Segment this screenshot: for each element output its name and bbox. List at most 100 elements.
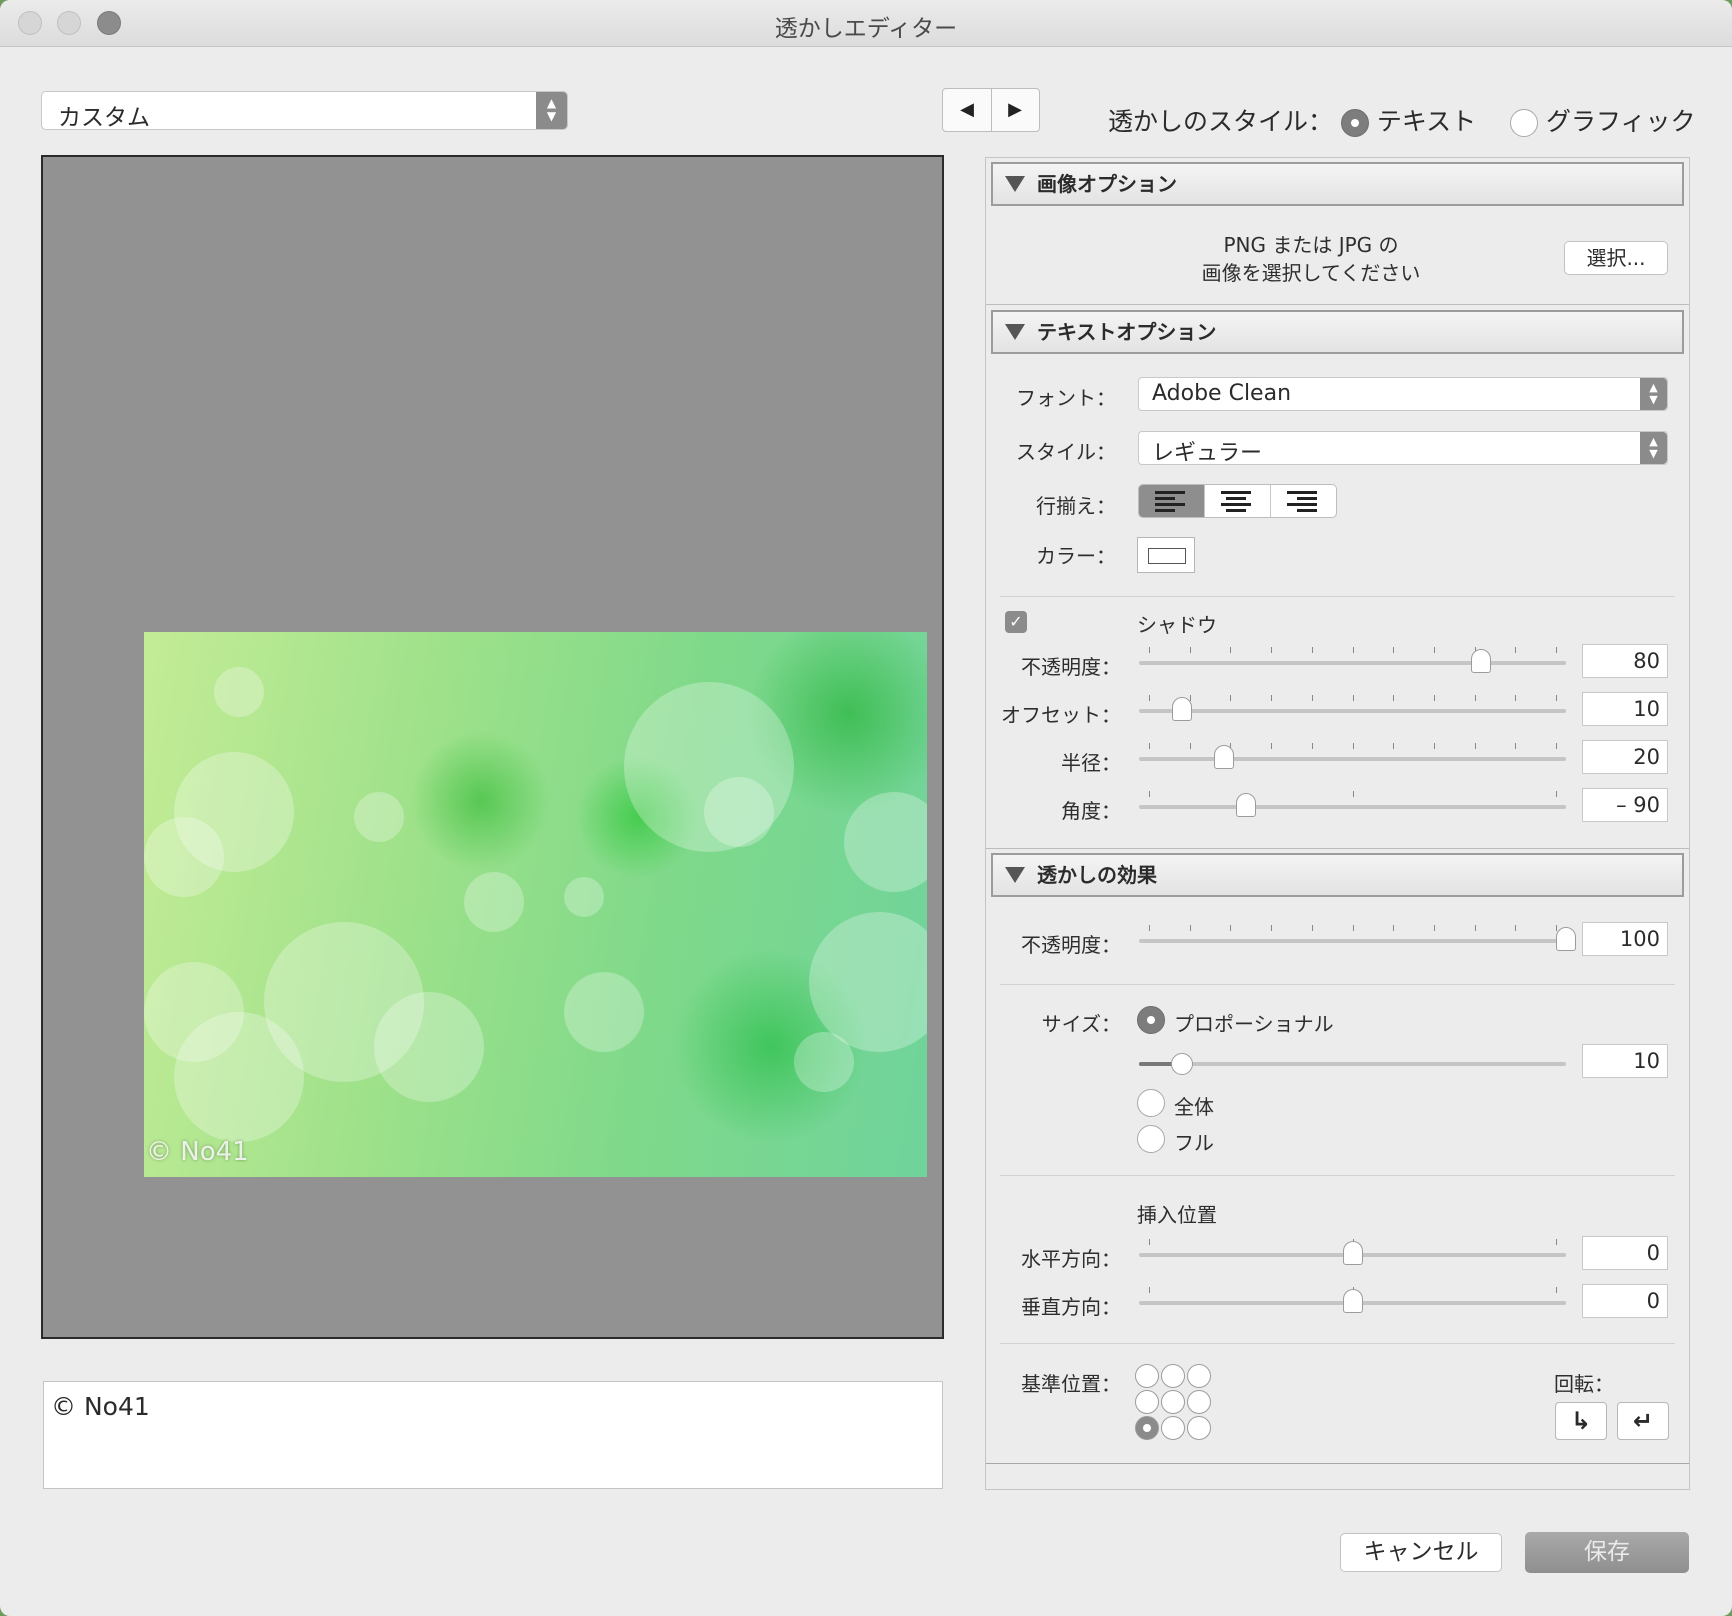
text-options-header[interactable]: テキストオプション — [991, 310, 1684, 354]
shadow-offset-label: オフセット： — [1001, 703, 1121, 727]
divider — [1000, 984, 1675, 985]
slider-tick — [1433, 695, 1435, 701]
anchor-bottom-center[interactable] — [1161, 1416, 1185, 1440]
rotate-left-icon: ↵ — [1632, 1407, 1654, 1435]
anchor-top-left[interactable] — [1135, 1364, 1159, 1388]
slider-thumb[interactable] — [1214, 745, 1235, 769]
slider-tick — [1474, 925, 1476, 931]
slider-tick — [1311, 695, 1313, 701]
choose-image-button[interactable]: 選択... — [1564, 241, 1668, 275]
slider-thumb[interactable] — [1342, 1289, 1363, 1313]
rotate-right-button[interactable]: ↳ — [1555, 1402, 1607, 1440]
color-swatch[interactable] — [1137, 537, 1195, 573]
anchor-middle-center[interactable] — [1161, 1390, 1185, 1414]
slider-tick — [1311, 647, 1313, 653]
next-image-button[interactable]: ▶ — [991, 89, 1039, 131]
anchor-top-right[interactable] — [1187, 1364, 1211, 1388]
shadow-angle-field[interactable]: – 90 — [1582, 788, 1668, 822]
watermark-style-label: 透かしのスタイル： — [1108, 107, 1334, 136]
style-graphic-radio[interactable] — [1510, 109, 1539, 137]
slider-thumb[interactable] — [1342, 1241, 1363, 1265]
slider-tick — [1515, 695, 1517, 701]
align-segmented-control — [1138, 484, 1337, 518]
section-divider — [986, 848, 1689, 849]
slider-tick — [1311, 743, 1313, 749]
size-fit-label[interactable]: 全体 — [1174, 1091, 1214, 1120]
previous-image-button[interactable]: ◀ — [943, 89, 992, 131]
shadow-checkbox[interactable]: ✓ — [1005, 611, 1027, 633]
slider-thumb[interactable] — [1556, 927, 1576, 951]
slider-tick — [1271, 695, 1273, 701]
panel-bottom-divider — [986, 1463, 1689, 1464]
slider-thumb[interactable] — [1171, 697, 1192, 721]
image-options-title: 画像オプション — [1037, 172, 1177, 196]
horizontal-slider[interactable] — [1139, 1239, 1566, 1269]
cancel-button[interactable]: キャンセル — [1340, 1533, 1502, 1572]
shadow-offset-field[interactable]: 10 — [1582, 692, 1668, 726]
size-fill-radio[interactable] — [1137, 1125, 1165, 1153]
rotate-left-button[interactable]: ↵ — [1617, 1402, 1669, 1440]
watermark-text-input[interactable]: © No41 — [43, 1381, 943, 1489]
watermark-preview: © No41 — [41, 155, 944, 1339]
shadow-radius-field[interactable]: 20 — [1582, 740, 1668, 774]
image-options-header[interactable]: 画像オプション — [991, 162, 1684, 206]
shadow-radius-slider[interactable] — [1139, 743, 1566, 773]
shadow-angle-slider[interactable] — [1139, 791, 1566, 821]
preset-select[interactable]: カスタム ▲ ▼ — [41, 91, 568, 131]
slider-thumb[interactable] — [1470, 649, 1491, 673]
watermark-effects-header[interactable]: 透かしの効果 — [991, 853, 1684, 897]
disclosure-triangle-icon — [1005, 867, 1025, 883]
slider-tick — [1474, 695, 1476, 701]
slider-tick — [1393, 743, 1395, 749]
slider-tick — [1556, 791, 1557, 797]
horizontal-label: 水平方向： — [1021, 1247, 1121, 1271]
slider-tick — [1352, 695, 1354, 701]
align-label: 行揃え： — [1036, 494, 1116, 518]
vertical-field[interactable]: 0 — [1582, 1284, 1668, 1318]
effect-opacity-slider[interactable] — [1139, 925, 1576, 955]
slider-tick — [1149, 695, 1150, 701]
anchor-middle-right[interactable] — [1187, 1390, 1211, 1414]
size-proportional-label[interactable]: プロポーショナル — [1174, 1008, 1334, 1037]
size-proportional-radio[interactable] — [1137, 1006, 1165, 1034]
slider-tick — [1352, 647, 1354, 653]
size-slider[interactable] — [1139, 1048, 1566, 1078]
anchor-bottom-left[interactable] — [1135, 1416, 1159, 1440]
effect-opacity-field[interactable]: 100 — [1582, 922, 1668, 956]
size-field[interactable]: 10 — [1582, 1044, 1668, 1078]
shadow-radius-label: 半径： — [1061, 751, 1121, 775]
slider-tick — [1271, 925, 1273, 931]
image-prompt-line2: 画像を選択してください — [1201, 261, 1421, 285]
align-center-button[interactable] — [1205, 485, 1271, 517]
anchor-bottom-right[interactable] — [1187, 1416, 1211, 1440]
save-button[interactable]: 保存 — [1525, 1532, 1689, 1573]
slider-tick — [1149, 925, 1150, 931]
slider-thumb[interactable] — [1170, 1053, 1193, 1075]
style-text-label[interactable]: テキスト — [1377, 107, 1476, 136]
slider-tick — [1515, 925, 1517, 931]
effect-opacity-label: 不透明度： — [1021, 933, 1121, 957]
size-fill-label[interactable]: フル — [1174, 1127, 1214, 1156]
anchor-top-center[interactable] — [1161, 1364, 1185, 1388]
style-graphic-label[interactable]: グラフィック — [1546, 107, 1696, 136]
font-select[interactable]: Adobe Clean ▲ ▼ — [1138, 377, 1668, 411]
style-select[interactable]: レギュラー ▲ ▼ — [1138, 431, 1668, 466]
vertical-slider[interactable] — [1139, 1287, 1566, 1317]
font-value: Adobe Clean — [1152, 381, 1292, 406]
anchor-middle-left[interactable] — [1135, 1390, 1159, 1414]
slider-thumb[interactable] — [1235, 793, 1256, 817]
horizontal-field[interactable]: 0 — [1582, 1236, 1668, 1270]
style-value: レギュラー — [1152, 441, 1263, 466]
align-left-button[interactable] — [1139, 485, 1205, 517]
align-right-button[interactable] — [1271, 485, 1336, 517]
slider-tick — [1433, 925, 1435, 931]
shadow-opacity-field[interactable]: 80 — [1582, 644, 1668, 678]
slider-tick — [1393, 925, 1395, 931]
style-text-radio[interactable] — [1340, 109, 1369, 137]
size-fit-radio[interactable] — [1137, 1089, 1165, 1117]
slider-tick — [1189, 743, 1191, 749]
shadow-offset-slider[interactable] — [1139, 695, 1566, 725]
watermark-editor-window: 透かしエディター カスタム ▲ ▼ ◀ ▶ 透かしのスタイル： テキスト グラフィ… — [0, 0, 1732, 1616]
slider-tick — [1515, 647, 1517, 653]
shadow-opacity-slider[interactable] — [1139, 647, 1566, 677]
